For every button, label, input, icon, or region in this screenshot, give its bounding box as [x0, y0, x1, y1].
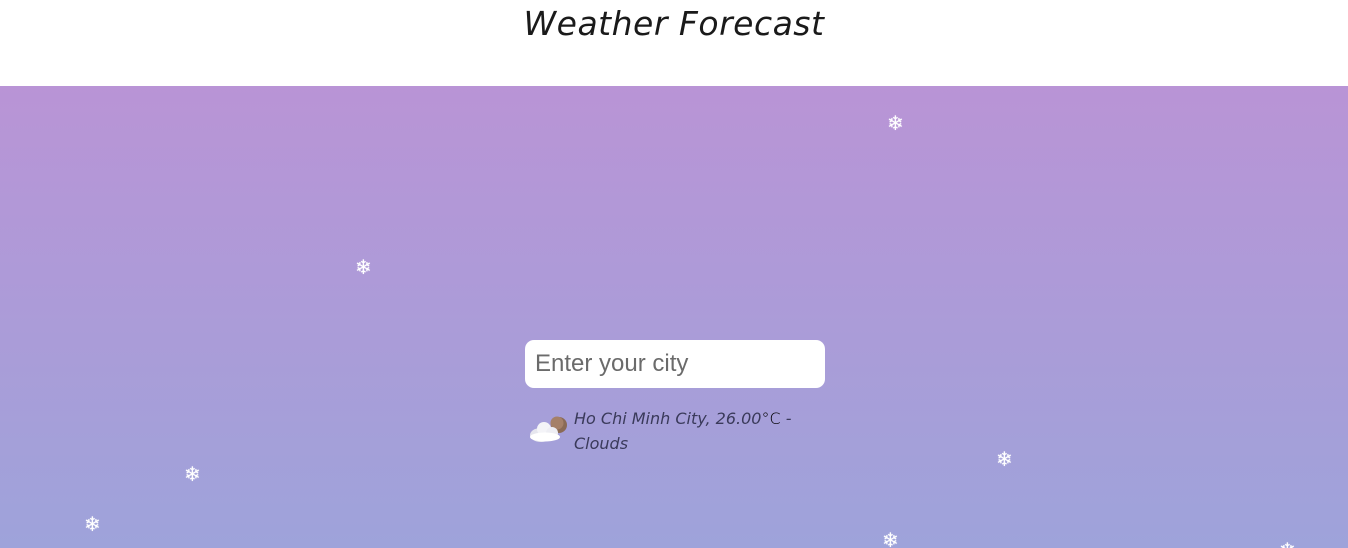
temperature-unit: °C: [761, 409, 781, 428]
snowflake-icon: ❄: [996, 447, 1013, 471]
main-panel: ❄ ❄ ❄ ❄ ❄ ❄ ❄ Ho Chi Minh City, 26.00°C …: [0, 86, 1348, 548]
snowflake-icon: ❄: [882, 528, 899, 548]
header: Weather Forecast: [0, 0, 1348, 86]
page-title: Weather Forecast: [523, 4, 825, 43]
snowflake-icon: ❄: [1279, 540, 1296, 548]
city-temperature: Ho Chi Minh City, 26.00: [574, 409, 762, 428]
snowflake-icon: ❄: [355, 255, 372, 279]
city-search-input[interactable]: [525, 340, 825, 388]
separator: -: [780, 409, 792, 428]
snowflake-icon: ❄: [887, 111, 904, 135]
weather-condition: Clouds: [574, 434, 629, 453]
cloud-with-sun-icon: [530, 416, 567, 442]
weather-result-text: Ho Chi Minh City, 26.00°C - Clouds: [574, 406, 809, 456]
snowflake-icon: ❄: [84, 512, 101, 536]
snowflake-icon: ❄: [184, 462, 201, 486]
